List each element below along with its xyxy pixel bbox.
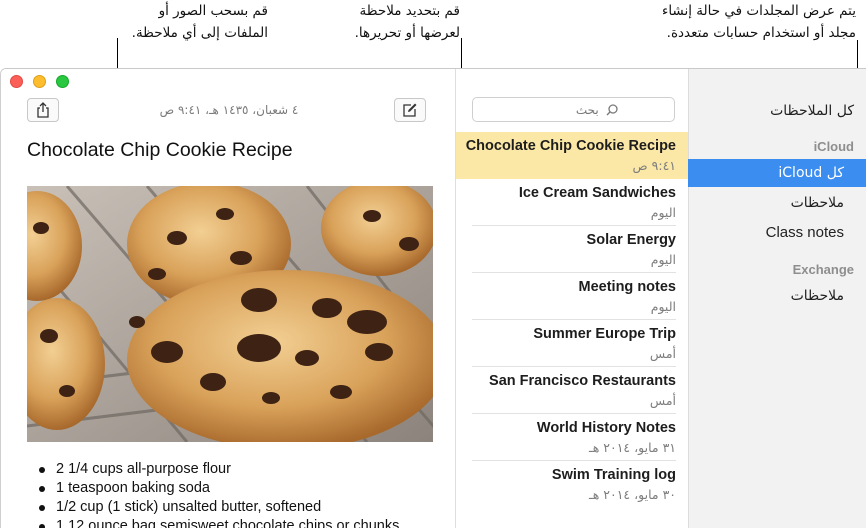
- new-note-button[interactable]: [394, 98, 426, 122]
- list-item: 1/2 cup (1 stick) unsalted butter, softe…: [39, 498, 399, 517]
- sidebar-item-all-icloud[interactable]: كل iCloud: [688, 159, 866, 187]
- list-item: 1 12 ounce bag semisweet chocolate chips…: [39, 517, 399, 528]
- list-item[interactable]: Solar Energy اليوم: [456, 226, 690, 273]
- section-header-exchange: Exchange: [792, 262, 854, 277]
- callout-line: قم بسحب الصور أو: [158, 3, 268, 19]
- note-item-date: اليوم: [650, 299, 676, 314]
- note-timestamp: ٤ شعبان، ١٤٣٥ هـ، ٩:٤١ ص: [159, 103, 299, 117]
- list-item: 2 1/4 cups all-purpose flour: [39, 460, 399, 479]
- callout-select-note: قم بتحديد ملاحظة لعرضها أو تحريرها.: [320, 0, 460, 44]
- callout-folders: يتم عرض المجلدات في حالة إنشاء مجلد أو ا…: [630, 0, 856, 44]
- note-title[interactable]: Chocolate Chip Cookie Recipe: [27, 139, 293, 162]
- notes-window: ٤ شعبان، ١٤٣٥ هـ، ٩:٤١ ص Chocolate Chip …: [0, 68, 866, 528]
- list-item[interactable]: San Francisco Restaurants أمس: [456, 367, 690, 414]
- note-item-title: Ice Cream Sandwiches: [518, 185, 676, 201]
- callout-drag-files: قم بسحب الصور أو الملفات إلى أي ملاحظة.: [118, 0, 268, 44]
- note-item-date: ٣٠ مايو، ٢٠١٤ هـ: [589, 487, 676, 502]
- note-item-date: ٣١ مايو، ٢٠١٤ هـ: [589, 440, 676, 455]
- sidebar-item-all-notes[interactable]: كل الملاحظات: [770, 103, 854, 119]
- folders-sidebar: كل الملاحظات iCloud كل iCloud ملاحظات Cl…: [688, 69, 866, 528]
- share-icon: [37, 102, 49, 118]
- note-item-date: ٩:٤١ ص: [632, 158, 676, 173]
- zoom-window-button[interactable]: [56, 75, 69, 88]
- cookie-photo-image: [27, 186, 433, 442]
- cookie-photo[interactable]: [27, 186, 433, 442]
- note-item-title: Solar Energy: [586, 232, 676, 248]
- callout-line: يتم عرض المجلدات في حالة إنشاء: [661, 3, 856, 19]
- callout-line: مجلد أو استخدام حسابات متعددة.: [666, 25, 856, 41]
- list-item: 1 teaspoon baking soda: [39, 479, 399, 498]
- callout-line: الملفات إلى أي ملاحظة.: [131, 25, 268, 41]
- list-item[interactable]: Swim Training log ٣٠ مايو، ٢٠١٤ هـ: [456, 461, 690, 508]
- note-item-title: San Francisco Restaurants: [489, 373, 676, 389]
- note-item-title: Swim Training log: [551, 467, 676, 483]
- list-item[interactable]: Chocolate Chip Cookie Recipe ٩:٤١ ص: [456, 132, 690, 179]
- search-field[interactable]: [472, 97, 675, 122]
- list-item[interactable]: Meeting notes اليوم: [456, 273, 690, 320]
- close-window-button[interactable]: [10, 75, 23, 88]
- callout-line: لعرضها أو تحريرها.: [354, 25, 460, 41]
- note-item-date: اليوم: [650, 252, 676, 267]
- note-item-date: أمس: [649, 393, 676, 408]
- sidebar-item-exchange-notes[interactable]: ملاحظات: [688, 282, 866, 310]
- note-item-title: Chocolate Chip Cookie Recipe: [465, 138, 676, 154]
- note-item-date: أمس: [649, 346, 676, 361]
- sidebar-item-icloud-notes[interactable]: ملاحظات: [688, 189, 866, 217]
- ingredient-list[interactable]: 2 1/4 cups all-purpose flour 1 teaspoon …: [39, 460, 399, 528]
- note-item-title: Meeting notes: [578, 279, 676, 295]
- note-item-title: Summer Europe Trip: [533, 326, 676, 342]
- magnifier-icon: [606, 104, 618, 116]
- share-button[interactable]: [27, 98, 59, 122]
- callout-line: قم بتحديد ملاحظة: [359, 3, 460, 19]
- sidebar-item-class-notes[interactable]: Class notes: [688, 219, 866, 247]
- search-input[interactable]: [528, 102, 599, 117]
- note-item-title: World History Notes: [536, 420, 676, 436]
- compose-icon: [403, 103, 417, 117]
- list-item[interactable]: Ice Cream Sandwiches اليوم: [456, 179, 690, 226]
- notes-list: Chocolate Chip Cookie Recipe ٩:٤١ ص Ice …: [455, 69, 690, 528]
- list-item[interactable]: Summer Europe Trip أمس: [456, 320, 690, 367]
- note-editor: ٤ شعبان، ١٤٣٥ هـ، ٩:٤١ ص Chocolate Chip …: [1, 69, 455, 528]
- minimize-window-button[interactable]: [33, 75, 46, 88]
- note-item-date: اليوم: [650, 205, 676, 220]
- section-header-icloud: iCloud: [813, 139, 854, 154]
- list-item[interactable]: World History Notes ٣١ مايو، ٢٠١٤ هـ: [456, 414, 690, 461]
